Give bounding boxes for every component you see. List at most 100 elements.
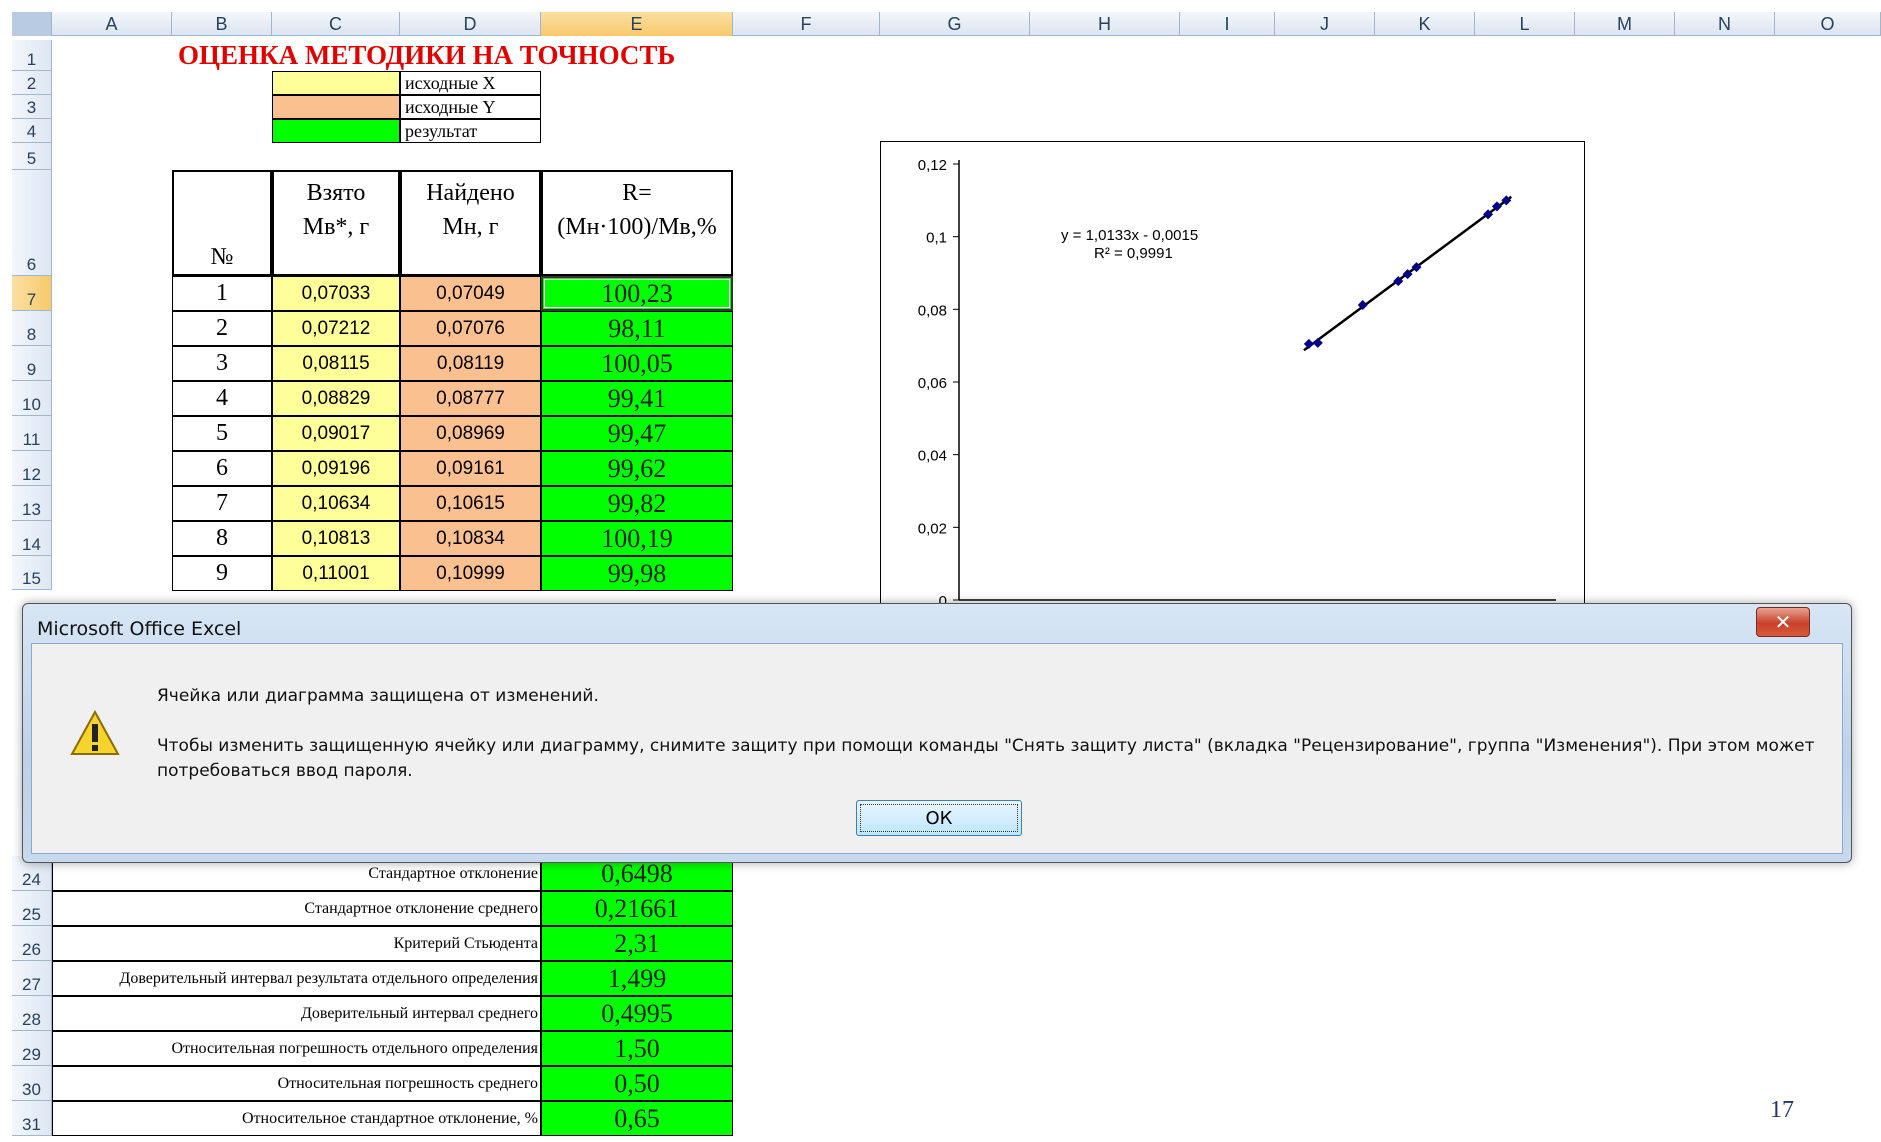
table-cell-taken[interactable]: 0,08115	[272, 346, 400, 381]
header-found: Найдено Мн, г	[400, 170, 541, 276]
row-header-2[interactable]: 2	[12, 71, 52, 95]
stat-value[interactable]: 1,499	[541, 961, 733, 996]
column-header-b[interactable]: B	[172, 12, 272, 36]
stat-label: Относительное стандартное отклонение, %	[52, 1101, 541, 1136]
legend-label-y: исходные Y	[400, 95, 541, 119]
table-cell-found[interactable]: 0,10999	[400, 556, 541, 591]
row-header-4[interactable]: 4	[12, 119, 52, 143]
table-cell-number: 9	[172, 556, 272, 591]
column-header-e[interactable]: E	[541, 12, 733, 36]
legend-swatch-result	[272, 119, 400, 143]
column-header-i[interactable]: I	[1180, 12, 1275, 36]
row-header-7[interactable]: 7	[12, 276, 52, 311]
close-button[interactable]: ✕	[1756, 607, 1810, 637]
row-header-6[interactable]: 6	[12, 170, 52, 276]
calibration-chart[interactable]: 0 0,02 0,04 0,06 0,08 0,1 0,12 y = 1,0133x - 0,…	[880, 141, 1585, 611]
page-number: 17	[1770, 1097, 1794, 1123]
header-number: №	[172, 170, 272, 276]
table-cell-found[interactable]: 0,10834	[400, 521, 541, 556]
table-cell-found[interactable]: 0,07076	[400, 311, 541, 346]
row-header-3[interactable]: 3	[12, 95, 52, 119]
stat-value[interactable]: 0,21661	[541, 891, 733, 926]
stat-value[interactable]: 0,50	[541, 1066, 733, 1101]
stat-value[interactable]: 0,65	[541, 1101, 733, 1136]
table-cell-number: 8	[172, 521, 272, 556]
row-header-28[interactable]: 28	[12, 996, 52, 1031]
dialog-message-1: Ячейка или диаграмма защищена от изменен…	[157, 686, 599, 706]
row-header-29[interactable]: 29	[12, 1031, 52, 1066]
row-header-10[interactable]: 10	[12, 381, 52, 416]
table-cell-recovery[interactable]: 99,98	[541, 556, 733, 591]
row-header-9[interactable]: 9	[12, 346, 52, 381]
table-cell-found[interactable]: 0,08777	[400, 381, 541, 416]
column-header-d[interactable]: D	[400, 12, 541, 36]
table-cell-taken[interactable]: 0,11001	[272, 556, 400, 591]
table-cell-taken[interactable]: 0,07033	[272, 276, 400, 311]
table-cell-recovery[interactable]: 99,62	[541, 451, 733, 486]
y-tick-label: 0,12	[918, 157, 947, 174]
table-cell-taken[interactable]: 0,09017	[272, 416, 400, 451]
row-header-26[interactable]: 26	[12, 926, 52, 961]
warning-icon	[70, 710, 120, 755]
table-cell-recovery[interactable]: 98,11	[541, 311, 733, 346]
table-cell-taken[interactable]: 0,10634	[272, 486, 400, 521]
dialog-title: Microsoft Office Excel	[37, 618, 242, 640]
legend-swatch-x	[272, 71, 400, 95]
row-header-12[interactable]: 12	[12, 451, 52, 486]
y-tick-label: 0,08	[918, 302, 947, 319]
row-header-13[interactable]: 13	[12, 486, 52, 521]
y-tick-label: 0,02	[918, 520, 947, 537]
table-cell-taken[interactable]: 0,10813	[272, 521, 400, 556]
row-header-8[interactable]: 8	[12, 311, 52, 346]
table-cell-recovery[interactable]: 100,23	[541, 276, 733, 311]
table-cell-recovery[interactable]: 100,05	[541, 346, 733, 381]
column-header-l[interactable]: L	[1475, 12, 1575, 36]
table-cell-number: 1	[172, 276, 272, 311]
header-recovery: R= (Мн·100)/Мв,%	[541, 170, 733, 276]
table-cell-number: 2	[172, 311, 272, 346]
table-cell-number: 5	[172, 416, 272, 451]
table-cell-taken[interactable]: 0,09196	[272, 451, 400, 486]
table-cell-recovery[interactable]: 99,82	[541, 486, 733, 521]
table-cell-found[interactable]: 0,10615	[400, 486, 541, 521]
stat-value[interactable]: 1,50	[541, 1031, 733, 1066]
table-cell-found[interactable]: 0,07049	[400, 276, 541, 311]
table-cell-found[interactable]: 0,09161	[400, 451, 541, 486]
column-header-h[interactable]: H	[1030, 12, 1180, 36]
table-cell-taken[interactable]: 0,08829	[272, 381, 400, 416]
table-cell-recovery[interactable]: 99,41	[541, 381, 733, 416]
stat-value[interactable]: 2,31	[541, 926, 733, 961]
table-cell-recovery[interactable]: 100,19	[541, 521, 733, 556]
row-header-25[interactable]: 25	[12, 891, 52, 926]
column-header-a[interactable]: A	[52, 12, 172, 36]
trendline-equation: y = 1,0133x - 0,0015	[1061, 227, 1198, 244]
row-header-1[interactable]: 1	[12, 40, 52, 71]
row-header-14[interactable]: 14	[12, 521, 52, 556]
header-taken: Взято Мв*, г	[272, 170, 400, 276]
row-header-27[interactable]: 27	[12, 961, 52, 996]
row-header-11[interactable]: 11	[12, 416, 52, 451]
column-header-c[interactable]: C	[272, 12, 400, 36]
column-header-g[interactable]: G	[880, 12, 1030, 36]
select-all-corner[interactable]	[12, 12, 52, 36]
table-cell-number: 6	[172, 451, 272, 486]
column-header-m[interactable]: M	[1575, 12, 1675, 36]
table-cell-taken[interactable]: 0,07212	[272, 311, 400, 346]
column-header-n[interactable]: N	[1675, 12, 1775, 36]
column-header-o[interactable]: O	[1775, 12, 1881, 36]
column-header-j[interactable]: J	[1275, 12, 1375, 36]
y-tick-label: 0,06	[918, 375, 947, 392]
column-header-k[interactable]: K	[1375, 12, 1475, 36]
stat-value[interactable]: 0,4995	[541, 996, 733, 1031]
table-cell-found[interactable]: 0,08969	[400, 416, 541, 451]
table-cell-recovery[interactable]: 99,47	[541, 416, 733, 451]
ok-button[interactable]: ОК	[856, 800, 1022, 836]
row-header-30[interactable]: 30	[12, 1066, 52, 1101]
data-point	[1312, 337, 1323, 348]
row-header-15[interactable]: 15	[12, 556, 52, 590]
column-header-f[interactable]: F	[733, 12, 880, 36]
dialog-message-2: Чтобы изменить защищенную ячейку или диа…	[157, 736, 1815, 781]
row-header-31[interactable]: 31	[12, 1101, 52, 1136]
row-header-5[interactable]: 5	[12, 143, 52, 170]
table-cell-found[interactable]: 0,08119	[400, 346, 541, 381]
